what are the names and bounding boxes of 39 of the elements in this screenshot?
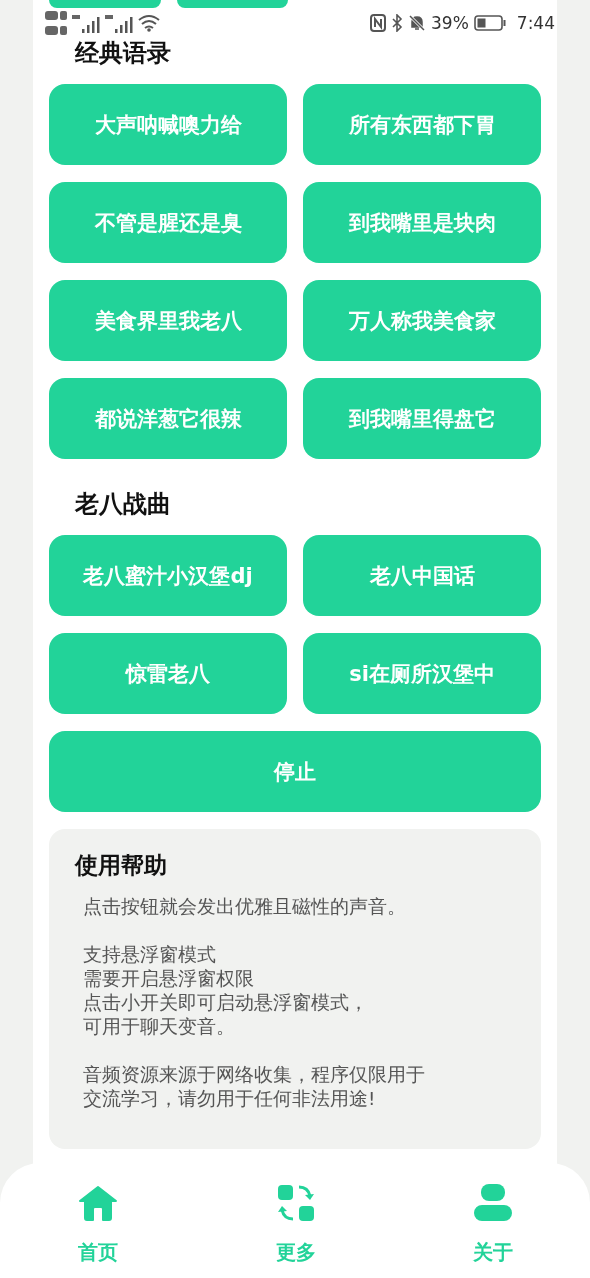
help-text-line: 需要开启悬浮窗权限	[83, 967, 254, 991]
swap-icon	[276, 1184, 315, 1222]
nav-tab[interactable]: 关于	[445, 1163, 541, 1278]
sound-button[interactable]: 惊雷老八	[49, 633, 287, 714]
home-icon	[78, 1185, 118, 1221]
sound-button[interactable]: 美食界里我老八	[49, 280, 287, 361]
nav-tab[interactable]: 首页	[50, 1163, 146, 1278]
sound-button[interactable]: 老八蜜汁小汉堡dj	[49, 535, 287, 616]
sound-button[interactable]: 大声呐喊噢力给	[49, 84, 287, 165]
battery-percent: 39%	[431, 13, 469, 33]
sound-button[interactable]: si在厕所汉堡中	[303, 633, 541, 714]
nav-tab[interactable]: 更多	[247, 1163, 344, 1278]
sound-button[interactable]: 到我嘴里是块肉	[303, 182, 541, 263]
battery-icon	[473, 15, 506, 31]
nfc-icon	[370, 14, 386, 32]
bluetooth-icon	[391, 14, 403, 32]
help-text-line: 交流学习，请勿用于任何非法用途!	[83, 1087, 376, 1111]
signal-icon	[72, 13, 100, 33]
sound-button[interactable]: 不管是腥还是臭	[49, 182, 287, 263]
sound-button[interactable]: 都说洋葱它很辣	[49, 378, 287, 459]
wifi-icon	[138, 14, 160, 32]
help-text-line: 点击小开关即可启动悬浮窗模式，	[83, 991, 368, 1015]
help-title: 使用帮助	[75, 851, 167, 880]
help-text-line: 可用于聊天变音。	[83, 1015, 235, 1039]
clock-time: 7:44	[516, 13, 555, 33]
section-heading: 老八战曲	[75, 489, 171, 519]
help-text-line: 音频资源来源于网络收集，程序仅限用于	[83, 1063, 425, 1087]
sound-button[interactable]: 所有东西都下胃	[303, 84, 541, 165]
sound-button[interactable]: 老八中国话	[303, 535, 541, 616]
sound-button[interactable]: 万人称我美食家	[303, 280, 541, 361]
stop-button[interactable]: 停止	[49, 731, 541, 812]
sound-button[interactable]: 到我嘴里得盘它	[303, 378, 541, 459]
signal-icon	[105, 13, 133, 33]
muted-bell-icon	[408, 14, 426, 32]
help-text-line: 支持悬浮窗模式	[83, 943, 216, 967]
section-heading: 经典语录	[75, 38, 171, 68]
help-text-line: 点击按钮就会发出优雅且磁性的声音。	[83, 895, 406, 919]
person-icon	[474, 1184, 512, 1222]
sim-icon	[45, 9, 67, 37]
